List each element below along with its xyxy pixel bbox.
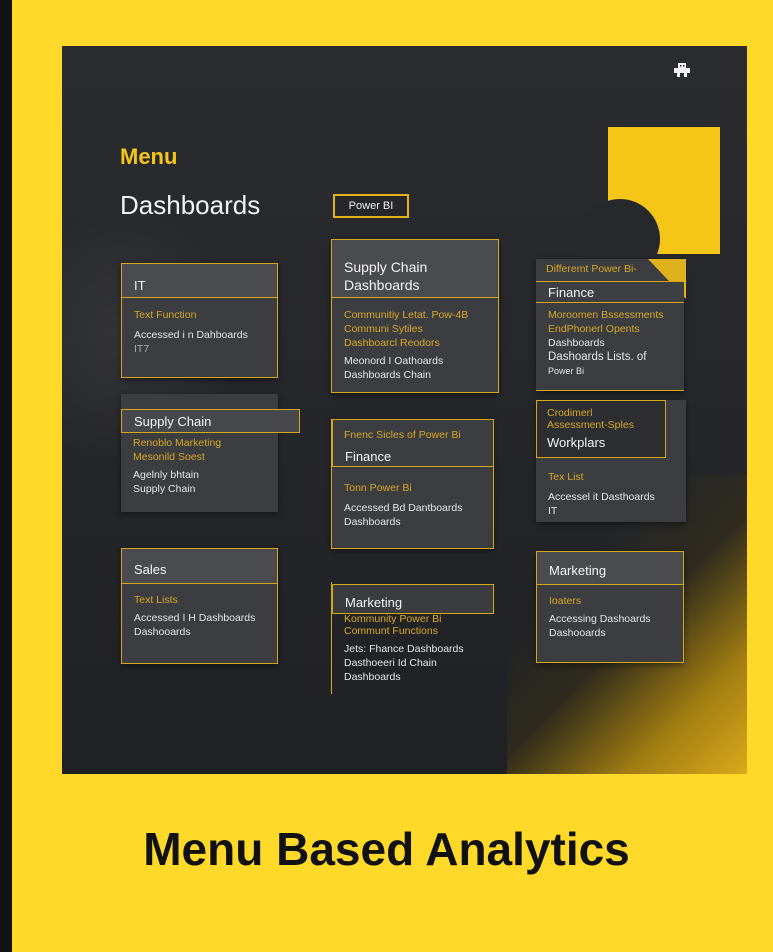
card-line: Dashboards <box>344 516 401 528</box>
card-line: Tonn Power Bi <box>344 482 412 494</box>
card-workplars[interactable]: Crodimerl Assessment-Sples Workplars Tex… <box>536 400 686 522</box>
card-title: IT <box>122 264 277 298</box>
footer-title: Menu Based Analytics <box>143 823 630 875</box>
robot-icon[interactable] <box>673 62 691 83</box>
yellow-corner-decoration <box>580 127 720 279</box>
card-line: Communi Sytiles <box>344 323 423 335</box>
power-bi-button[interactable]: Power BI <box>333 194 409 218</box>
dashboard-panel: Menu Dashboards Power BI IT Text Functio… <box>62 46 747 774</box>
card-line: Kommunity Power Bi <box>344 613 442 625</box>
card-title: Supply Chain Dashboards <box>332 240 498 298</box>
card-title: Finance <box>536 281 684 303</box>
card-line: Supply Chain <box>133 483 196 495</box>
card-line: EndPhonerl Opents <box>548 323 640 335</box>
card-finance-middle[interactable]: Fnenc Sicles of Power Bi Finance Tonn Po… <box>331 419 494 549</box>
card-line: Dashboards <box>344 671 401 683</box>
card-line: Accessed i n Dahboards <box>134 329 248 341</box>
card-supply-chain[interactable]: Supply Chain Renoblo Marketing Mesonild … <box>121 394 300 512</box>
card-line: Power Bi <box>548 366 585 376</box>
card-line: Accessed I H Dashboards <box>134 612 256 624</box>
card-title-text: Supply Chain Dashboards <box>344 259 428 293</box>
card-line: Accessel it Dasthoards <box>548 491 655 503</box>
card-title: Finance <box>332 419 494 467</box>
card-marketing-right[interactable]: Marketing Ioaters Accessing Dashoards Da… <box>536 551 684 663</box>
card-line: Accessing Dashoards <box>549 613 651 625</box>
card-banner: Differemt Power Bi- <box>546 263 637 275</box>
card-it[interactable]: IT Text Function Accessed i n Dahboards … <box>121 263 278 378</box>
card-line: IT7 <box>134 343 150 355</box>
card-line: Renoblo Marketing <box>133 437 222 449</box>
card-line: Dashooards <box>134 626 191 638</box>
card-line: Dashboards <box>548 337 605 349</box>
card-title-text: Workplars <box>547 435 606 450</box>
card-supply-chain-dashboards[interactable]: Supply Chain Dashboards Communitiy Letat… <box>331 239 499 393</box>
card-sales[interactable]: Sales Text Lists Accessed I H Dashboards… <box>121 548 278 664</box>
card-banner: Crodimerl Assessment-Sples <box>547 407 634 431</box>
card-line: Dashboarcl Reodors <box>344 337 440 349</box>
card-title: Sales <box>122 549 277 584</box>
card-line: Tex List <box>548 471 584 483</box>
card-line: Meonord I Oathoards <box>344 355 444 367</box>
left-edge-strip <box>0 0 12 952</box>
card-finance-right[interactable]: Differemt Power Bi- Finance Moroomen Bss… <box>536 259 686 391</box>
card-line: Dasthoeeri Id Chain <box>344 657 437 669</box>
card-line: Mesonild Soest <box>133 451 205 463</box>
card-line: Jets: Fhance Dashboards <box>344 643 464 655</box>
card-line: Dashboards Chain <box>344 369 431 381</box>
card-line: Moroomen Bssessments <box>548 309 664 321</box>
menu-heading: Menu <box>120 144 178 169</box>
card-line: Communitiy Letat. Pow-4B <box>344 309 469 321</box>
card-line: Ioaters <box>549 595 582 607</box>
card-marketing-middle[interactable]: Marketing Kommunity Power Bi Communt Fun… <box>331 582 494 694</box>
card-line: Dashooards <box>549 627 606 639</box>
card-title: Marketing <box>537 552 683 585</box>
dashboards-heading: Dashboards <box>120 190 261 220</box>
card-line: Accessed Bd Dantboards <box>344 502 463 514</box>
card-line: Dashoards Lists. of <box>548 351 647 363</box>
card-line: Text Lists <box>134 594 178 606</box>
card-line: IT <box>548 505 558 517</box>
card-line: Communt Functions <box>344 625 438 637</box>
card-title: Crodimerl Assessment-Sples Workplars <box>536 400 666 458</box>
card-line: Agelnly bhtain <box>133 469 199 481</box>
card-title: Supply Chain <box>121 409 300 433</box>
card-line: Text Function <box>134 309 197 321</box>
card-title: Marketing <box>332 584 494 614</box>
